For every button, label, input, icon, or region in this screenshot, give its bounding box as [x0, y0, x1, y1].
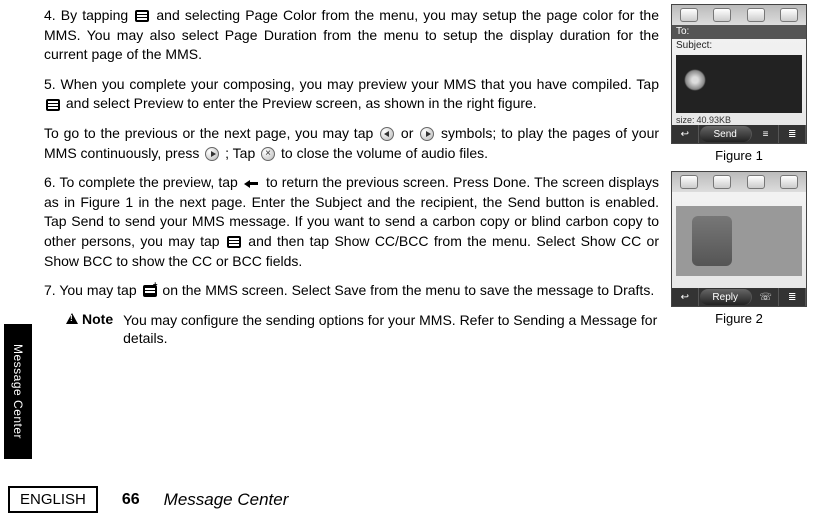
option-button[interactable]: ≣: [779, 125, 806, 143]
figure-1-screenshot: To: Subject: size: 40.93KB ↩ Send ≡ ≣: [671, 4, 807, 144]
home-icon[interactable]: [680, 8, 698, 22]
home-icon[interactable]: [680, 175, 698, 189]
menu-icon: [227, 236, 241, 248]
reply-button[interactable]: Reply: [700, 289, 752, 305]
nav-e: to close the volume of audio files.: [281, 145, 488, 161]
step5-a: 5. When you complete your composing, you…: [44, 76, 659, 92]
option-button[interactable]: ≣: [779, 288, 806, 306]
menu-plus-icon: [143, 285, 157, 297]
back-icon: [244, 178, 260, 188]
note-text: You may configure the sending options fo…: [123, 311, 659, 347]
section-title: Message Center: [164, 490, 289, 510]
step7-b: on the MMS screen. Select Save from the …: [162, 282, 654, 298]
subject-field[interactable]: Subject:: [672, 39, 806, 53]
back-button[interactable]: ↩: [672, 125, 699, 143]
body-text: 4. By tapping and selecting Page Color f…: [44, 6, 659, 347]
nav-a: To go to the previous or the next page, …: [44, 125, 378, 141]
step6-a: 6. To complete the preview, tap: [44, 174, 242, 190]
toolbar-icon[interactable]: [747, 8, 765, 22]
figure-2-screenshot: ↩ Reply ☏ ≣: [671, 171, 807, 307]
send-button[interactable]: Send: [700, 126, 752, 142]
nav-b: or: [401, 125, 418, 141]
step4-a: 4. By tapping: [44, 7, 133, 23]
size-label: size:: [676, 115, 695, 125]
toolbar-icon[interactable]: [780, 175, 798, 189]
page-footer: ENGLISH 66 Message Center: [0, 486, 813, 513]
play-icon: [205, 147, 219, 161]
size-value: 40.93KB: [697, 115, 732, 125]
phone-toolbar: [672, 5, 806, 25]
toolbar-icon[interactable]: [713, 8, 731, 22]
toolbar-icon[interactable]: [780, 8, 798, 22]
back-button[interactable]: ↩: [672, 288, 699, 306]
mute-icon: [261, 147, 275, 161]
figure-1-caption: Figure 1: [671, 148, 807, 163]
figure-2-caption: Figure 2: [671, 311, 807, 326]
option-button[interactable]: ☏: [753, 288, 780, 306]
step7-a: 7. You may tap: [44, 282, 141, 298]
mms-image: [676, 206, 802, 276]
menu-icon: [46, 99, 60, 111]
phone-toolbar: [672, 172, 806, 192]
warning-icon: [66, 313, 78, 324]
toolbar-icon[interactable]: [747, 175, 765, 189]
step5-b: and select Preview to enter the Preview …: [66, 95, 537, 111]
to-field[interactable]: To:: [672, 25, 806, 39]
prev-page-icon: [380, 127, 394, 141]
note-label: Note: [82, 311, 113, 327]
mms-image: [676, 55, 802, 113]
page-number: 66: [122, 491, 140, 509]
language-indicator: ENGLISH: [8, 486, 98, 513]
option-button[interactable]: ≡: [753, 125, 780, 143]
next-page-icon: [420, 127, 434, 141]
toolbar-icon[interactable]: [713, 175, 731, 189]
nav-d: ; Tap: [225, 145, 259, 161]
menu-icon: [135, 10, 149, 22]
